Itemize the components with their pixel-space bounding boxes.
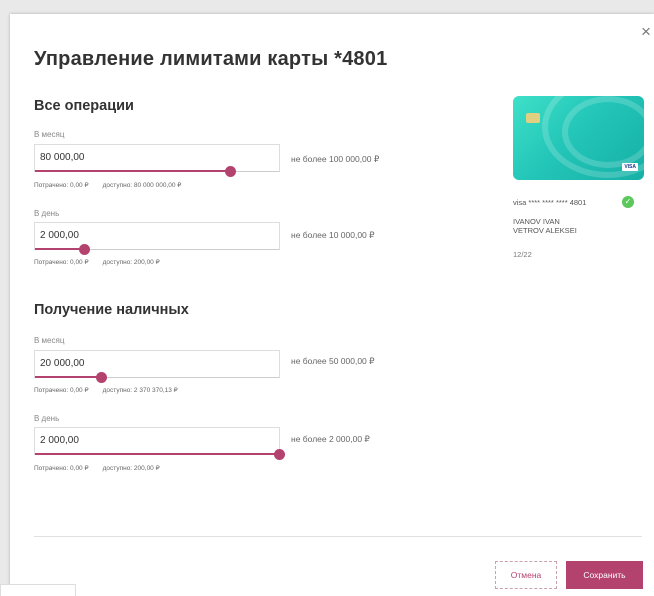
- section-title-all-operations: Все операции: [34, 98, 134, 114]
- card-number: visa **** **** **** 4801: [513, 198, 587, 207]
- input-value: 20 000,00: [40, 358, 85, 369]
- card-image: VISA: [513, 96, 644, 180]
- card-holder-line1: IVANOV IVAN: [513, 217, 560, 226]
- card-expiry: 12/22: [513, 250, 532, 259]
- visa-logo-icon: VISA: [622, 163, 638, 171]
- slider-thumb[interactable]: [95, 372, 107, 383]
- slider-thumb[interactable]: [78, 244, 90, 255]
- cancel-button[interactable]: Отмена: [495, 561, 557, 589]
- card-pattern: [562, 96, 644, 168]
- available-text: доступно: 200,00 ₽: [102, 259, 160, 266]
- slider-fill: [35, 376, 101, 378]
- cash-daily-limit-input[interactable]: 2 000,00: [34, 427, 285, 460]
- card-holder-line2: VETROV ALEKSEI: [513, 226, 577, 235]
- slider-fill: [35, 453, 279, 455]
- limits-dialog: × Управление лимитами карты *4801 Все оп…: [10, 14, 654, 596]
- save-button[interactable]: Сохранить: [566, 561, 643, 589]
- section-title-cash-withdrawal: Получение наличных: [34, 302, 189, 318]
- check-circle-icon: ✓: [622, 196, 634, 208]
- field-label: В день: [34, 414, 60, 423]
- dialog-title: Управление лимитами карты *4801: [34, 48, 388, 70]
- slider-fill: [35, 248, 84, 250]
- spent-text: Потрачено: 0,00 ₽: [34, 465, 89, 472]
- limit-note: не более 50 000,00 ₽: [291, 356, 375, 366]
- monthly-limit-input[interactable]: 80 000,00: [34, 144, 280, 177]
- usage-info: Потрачено: 0,00 ₽ доступно: 200,00 ₽: [34, 464, 160, 472]
- available-text: доступно: 80 000 000,00 ₽: [102, 182, 182, 189]
- slider-thumb[interactable]: [274, 449, 285, 460]
- usage-info: Потрачено: 0,00 ₽ доступно: 80 000 000,00…: [34, 181, 181, 189]
- input-value: 2 000,00: [40, 230, 79, 241]
- input-value: 80 000,00: [40, 152, 85, 163]
- slider-fill: [35, 170, 231, 172]
- close-icon[interactable]: ×: [638, 23, 654, 40]
- spent-text: Потрачено: 0,00 ₽: [34, 259, 89, 266]
- footer-divider: [34, 536, 642, 537]
- slider-thumb[interactable]: [225, 166, 237, 177]
- spent-text: Потрачено: 0,00 ₽: [34, 387, 89, 394]
- background-tab: [0, 584, 76, 596]
- usage-info: Потрачено: 0,00 ₽ доступно: 2 370 370,13 …: [34, 386, 178, 394]
- input-value: 2 000,00: [40, 435, 79, 446]
- usage-info: Потрачено: 0,00 ₽ доступно: 200,00 ₽: [34, 258, 160, 266]
- limit-note: не более 10 000,00 ₽: [291, 230, 375, 240]
- available-text: доступно: 2 370 370,13 ₽: [102, 387, 178, 394]
- cash-monthly-limit-input[interactable]: 20 000,00: [34, 350, 280, 383]
- limit-note: не более 2 000,00 ₽: [291, 434, 370, 444]
- spent-text: Потрачено: 0,00 ₽: [34, 182, 89, 189]
- limit-note: не более 100 000,00 ₽: [291, 154, 380, 164]
- daily-limit-input[interactable]: 2 000,00: [34, 222, 280, 255]
- field-label: В день: [34, 209, 60, 218]
- field-label: В месяц: [34, 130, 65, 139]
- card-chip-icon: [526, 113, 540, 123]
- available-text: доступно: 200,00 ₽: [102, 465, 160, 472]
- field-label: В месяц: [34, 336, 65, 345]
